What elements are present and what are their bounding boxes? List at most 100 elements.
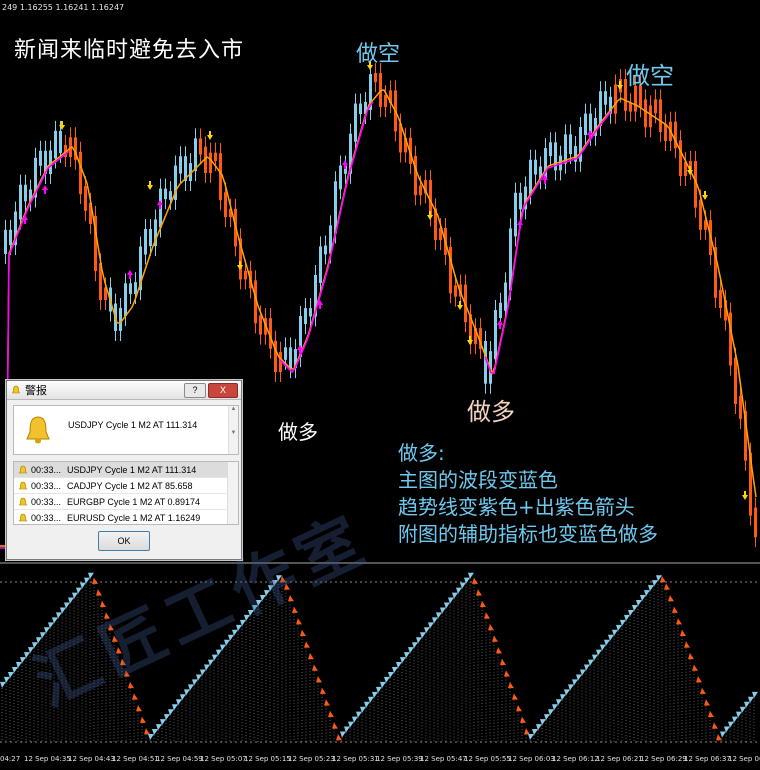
candle-body bbox=[699, 199, 702, 230]
candle-body bbox=[59, 130, 62, 154]
arrow-down-icon bbox=[237, 261, 243, 270]
osc-marker bbox=[296, 618, 302, 625]
alert-row-time: 00:33... bbox=[31, 512, 62, 523]
osc-marker bbox=[328, 711, 334, 718]
alert-titlebar[interactable]: 警报 ? X bbox=[7, 381, 241, 400]
candle-body bbox=[529, 159, 532, 195]
candle-body bbox=[414, 155, 417, 196]
arrow-down-icon bbox=[617, 81, 623, 90]
osc-marker bbox=[520, 716, 526, 723]
arrow-down-icon bbox=[147, 181, 153, 190]
osc-marker bbox=[668, 595, 674, 602]
bell-icon bbox=[19, 481, 27, 489]
alert-row[interactable]: 00:33... EURGBP Cycle 1 M2 AT 0.89174 bbox=[14, 494, 238, 510]
arrow-up-icon bbox=[497, 320, 503, 329]
osc-marker bbox=[508, 682, 514, 689]
time-axis-label: 12 Sep 04:51 bbox=[112, 755, 159, 763]
osc-marker bbox=[340, 731, 346, 738]
candle-body bbox=[754, 507, 757, 538]
alert-row-message: EURGBP Cycle 1 M2 AT 0.89174 bbox=[67, 496, 201, 507]
time-axis-label: 12 Sep 05:15 bbox=[244, 755, 291, 763]
candle-body bbox=[214, 152, 217, 162]
alert-history-list: 00:33... USDJPY Cycle 1 M2 AT 111.314 00… bbox=[13, 461, 239, 525]
time-axis-label: 12 Sep 04:35 bbox=[24, 755, 71, 763]
alert-top-scrollbar[interactable]: ▲ ▼ bbox=[228, 406, 238, 454]
candle-body bbox=[284, 347, 287, 360]
arrow-up-icon bbox=[127, 270, 133, 279]
osc-marker bbox=[672, 606, 678, 613]
candle-body bbox=[4, 229, 7, 254]
chart-title: 新闻来临时避免去入市 bbox=[14, 38, 245, 63]
alert-dialog: 警报 ? X USDJPY Cycle 1 M2 AT 111.314 ▲ ▼ 0… bbox=[6, 380, 242, 560]
candle-body bbox=[504, 282, 507, 311]
candle-body bbox=[9, 229, 12, 246]
osc-marker bbox=[320, 687, 326, 694]
alert-row[interactable]: 00:33... EURUSD Cycle 1 M2 AT 1.16249 bbox=[14, 510, 238, 524]
alert-row[interactable]: 00:33... USDJPY Cycle 1 M2 AT 111.314 bbox=[14, 462, 238, 478]
candle-body bbox=[54, 130, 57, 159]
osc-marker bbox=[496, 647, 502, 654]
time-axis-label: 12 Sep 04:59 bbox=[156, 755, 203, 763]
osc-marker bbox=[472, 577, 478, 584]
close-button[interactable]: X bbox=[208, 382, 238, 398]
ok-button[interactable]: OK bbox=[98, 531, 150, 551]
time-axis-label: 12 Sep 06:03 bbox=[508, 755, 555, 763]
candle-body bbox=[164, 188, 167, 200]
osc-marker bbox=[96, 589, 102, 596]
candle-body bbox=[454, 285, 457, 297]
arrow-down-icon bbox=[467, 336, 473, 345]
bell-icon bbox=[19, 513, 27, 521]
time-axis: 04:27 12 Sep 04:35 12 Sep 04:43 12 Sep 04:5… bbox=[0, 752, 760, 770]
candle-body bbox=[149, 229, 152, 247]
osc-marker bbox=[480, 601, 486, 608]
candle-body bbox=[629, 102, 632, 112]
candle-body bbox=[179, 156, 182, 174]
candle-body bbox=[319, 246, 322, 284]
alert-row-message: EURUSD Cycle 1 M2 AT 1.16249 bbox=[67, 512, 201, 523]
candle-body bbox=[169, 191, 172, 200]
candle-body bbox=[84, 186, 87, 211]
time-axis-label: 04:27 bbox=[0, 755, 21, 763]
candle-body bbox=[219, 153, 222, 201]
strategy-notes: 做多: 主图的波段变蓝色 趋势线变紫色+出紫色箭头 附图的辅助指标也变蓝色做多 bbox=[398, 440, 658, 548]
osc-marker bbox=[516, 705, 522, 712]
candle-body bbox=[129, 283, 132, 294]
alert-row-time: 00:33... bbox=[31, 496, 62, 507]
candle-body bbox=[354, 103, 357, 142]
alert-row-message: USDJPY Cycle 1 M2 AT 111.314 bbox=[67, 464, 197, 475]
time-axis-label: 12 Sep 05:07 bbox=[200, 755, 247, 763]
osc-marker bbox=[312, 664, 318, 671]
alert-title: 警报 bbox=[25, 385, 47, 397]
osc-marker bbox=[524, 728, 530, 735]
candle-body bbox=[419, 185, 422, 196]
candle-body bbox=[549, 142, 552, 157]
osc-marker bbox=[512, 693, 518, 700]
candle-body bbox=[24, 184, 27, 202]
osc-marker bbox=[476, 589, 482, 596]
candle-body bbox=[259, 315, 262, 335]
alert-list-scrollbar[interactable] bbox=[227, 462, 238, 524]
osc-marker bbox=[148, 734, 154, 740]
candle-body bbox=[494, 310, 497, 360]
osc-marker bbox=[500, 658, 506, 665]
alert-row-message: CADJPY Cycle 1 M2 AT 85.658 bbox=[67, 480, 193, 491]
bell-icon bbox=[19, 497, 27, 505]
candle-body bbox=[339, 165, 342, 190]
time-axis-label: 12 Sep 05:31 bbox=[332, 755, 379, 763]
trend-line-up bbox=[279, 101, 374, 374]
arrow-up-icon bbox=[342, 160, 348, 169]
candle-body bbox=[124, 283, 127, 316]
time-axis-label: 12 Sep 06:21 bbox=[596, 755, 643, 763]
arrow-up-icon bbox=[42, 185, 48, 194]
candle-body bbox=[119, 307, 122, 331]
osc-marker bbox=[300, 630, 306, 636]
help-button[interactable]: ? bbox=[184, 382, 206, 398]
osc-marker bbox=[708, 711, 714, 718]
osc-marker bbox=[92, 577, 98, 584]
osc-marker bbox=[492, 635, 498, 642]
alert-row[interactable]: 00:33... CADJPY Cycle 1 M2 AT 85.658 bbox=[14, 478, 238, 494]
alert-top-message: USDJPY Cycle 1 M2 AT 111.314 bbox=[68, 420, 198, 430]
candle-body bbox=[604, 91, 607, 105]
osc-marker bbox=[700, 687, 706, 694]
candle-body bbox=[134, 282, 137, 294]
